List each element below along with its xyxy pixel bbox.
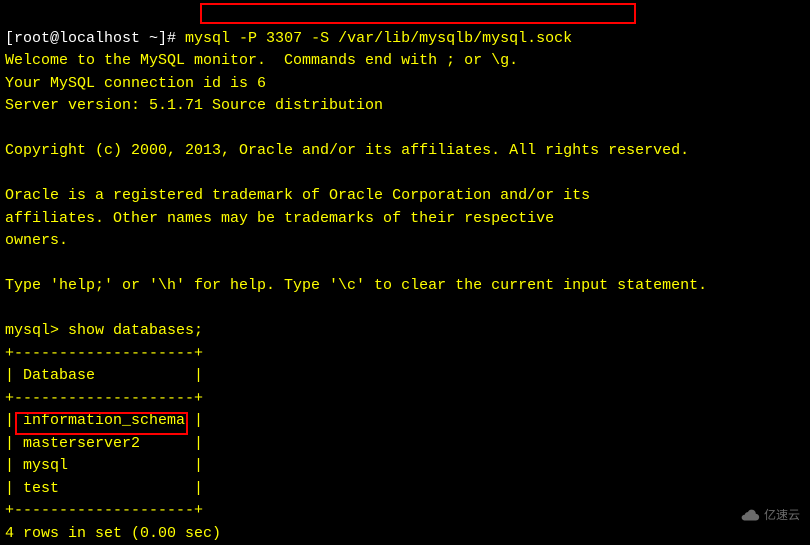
shell-prompt: [root@localhost ~]# [5,30,176,47]
watermark: 亿速云 [740,506,800,524]
table-header: | Database | [5,367,203,384]
result-text: 4 rows in set (0.00 sec) [5,525,221,542]
shell-command[interactable]: mysql -P 3307 -S /var/lib/mysqlb/mysql.s… [185,30,572,47]
version-text: Server version: 5.1.71 Source distributi… [5,97,383,114]
mysql-query[interactable]: show databases; [68,322,203,339]
help-text: Type 'help;' or '\h' for help. Type '\c'… [5,277,707,294]
table-border-bottom: +--------------------+ [5,502,203,519]
terminal-output: [root@localhost ~]# mysql -P 3307 -S /va… [5,5,805,545]
welcome-text: Welcome to the MySQL monitor. Commands e… [5,52,518,69]
table-row: | mysql | [5,457,203,474]
table-row: | masterserver2 | [5,435,203,452]
table-row: | test | [5,480,203,497]
table-row: | information_schema | [5,412,203,429]
mysql-prompt: mysql> [5,322,59,339]
trademark-text-1: Oracle is a registered trademark of Orac… [5,187,590,204]
table-border-top: +--------------------+ [5,345,203,362]
table-border-mid: +--------------------+ [5,390,203,407]
connection-text: Your MySQL connection id is 6 [5,75,266,92]
trademark-text-2: affiliates. Other names may be trademark… [5,210,554,227]
cloud-icon [740,508,760,522]
copyright-text: Copyright (c) 2000, 2013, Oracle and/or … [5,142,689,159]
trademark-text-3: owners. [5,232,68,249]
watermark-text: 亿速云 [764,506,800,524]
